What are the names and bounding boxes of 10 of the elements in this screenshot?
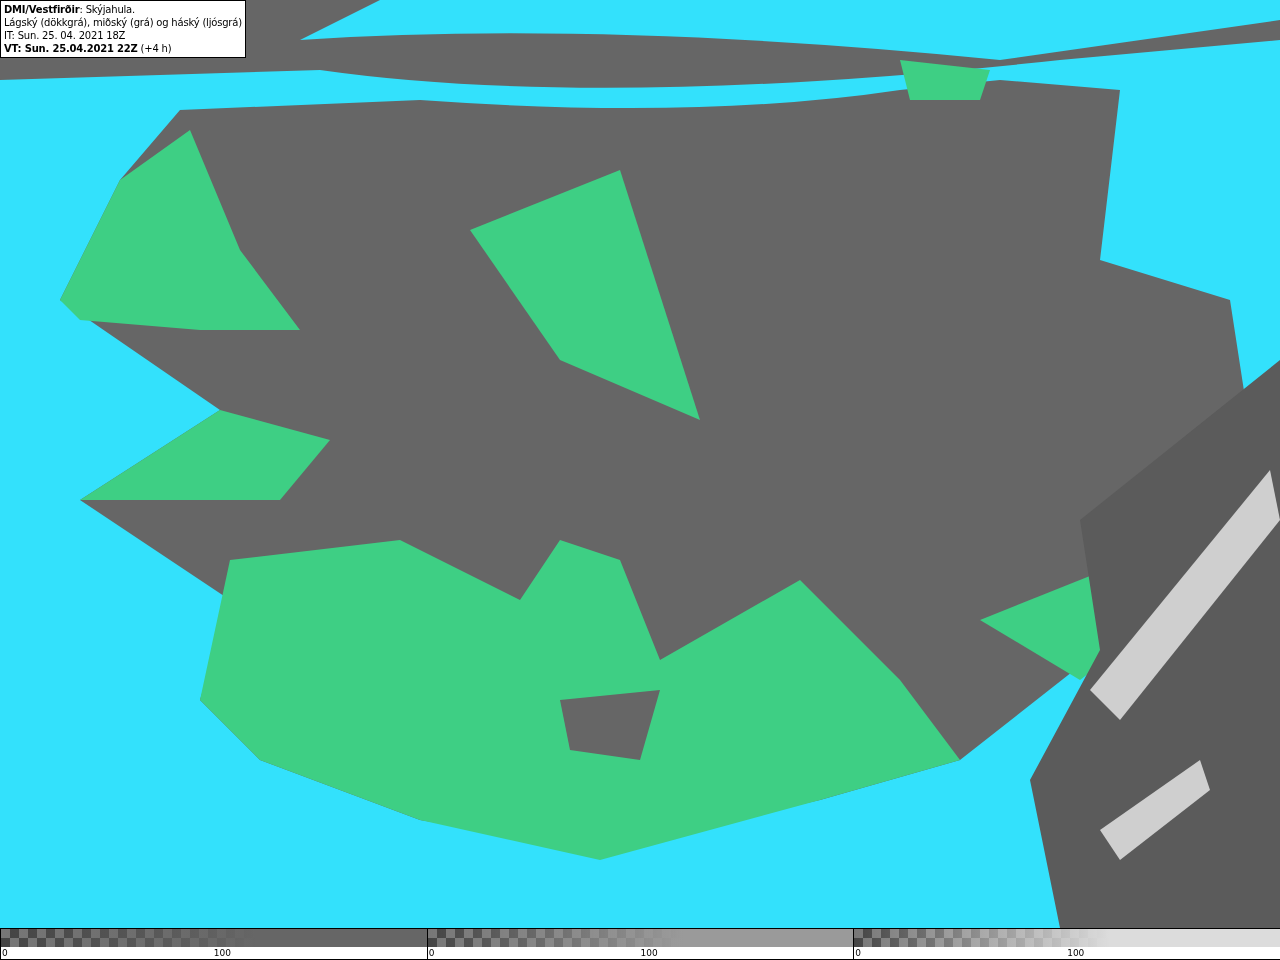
info-text: VT: Sun. 25.04.2021 22Z (+4 h) xyxy=(4,42,173,55)
info-text: IT: Sun. 25. 04. 2021 18Z xyxy=(4,29,127,42)
scale-label: 0 xyxy=(855,947,862,960)
scale-label: 100 xyxy=(640,947,658,960)
info-text: Lágský (dökkgrá), miðský (grá) og háský (ljósgrá) xyxy=(4,16,242,29)
scale-label: 100 xyxy=(213,947,231,960)
info-text: DMI/Vestfirðir: Skýjahula. xyxy=(4,3,136,16)
scale-label: 100 xyxy=(1067,947,1085,960)
scale-label: 0 xyxy=(2,947,8,960)
scale-label: 0 xyxy=(428,947,435,960)
